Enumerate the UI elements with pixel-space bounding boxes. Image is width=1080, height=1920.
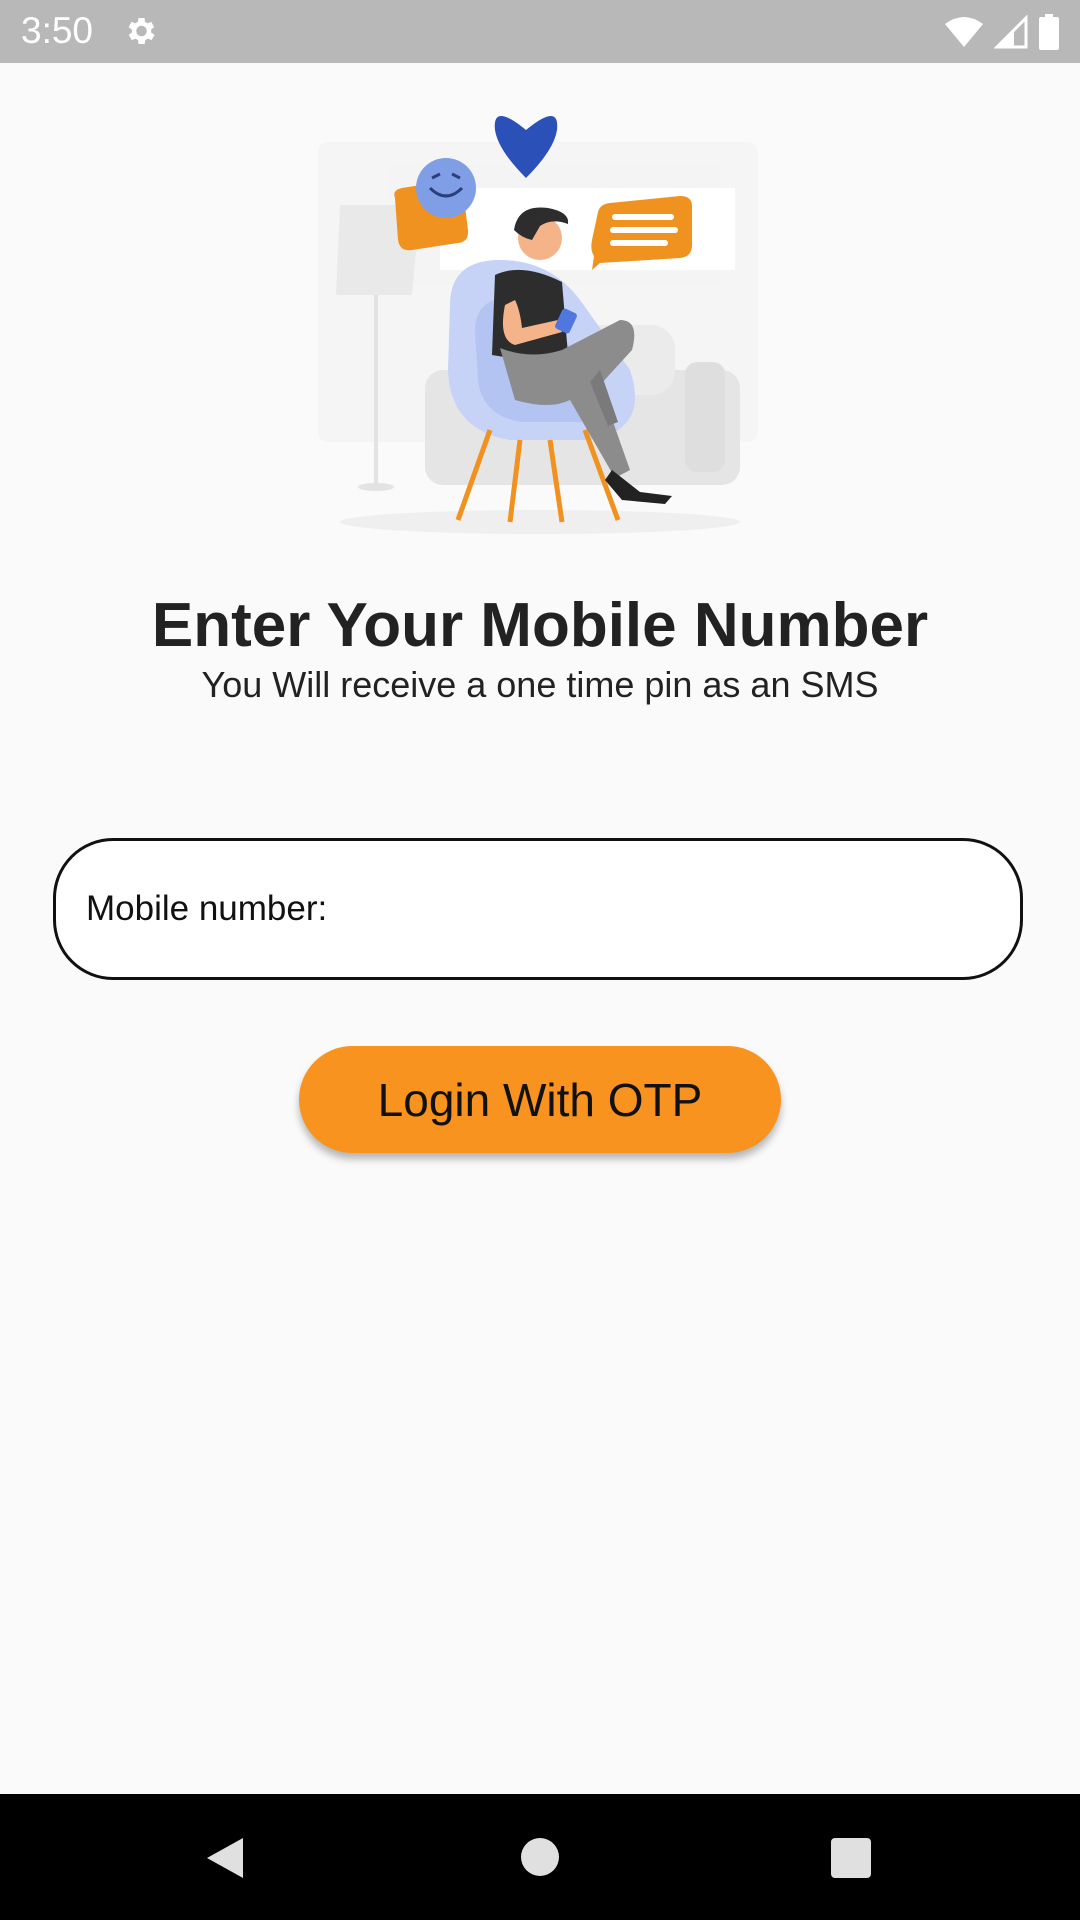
- page-title: Enter Your Mobile Number: [151, 591, 929, 660]
- login-with-otp-button[interactable]: Login With OTP: [299, 1046, 781, 1153]
- page-subtitle: You Will receive a one time pin as an SM…: [201, 664, 879, 705]
- gear-icon: [128, 17, 155, 45]
- battery-icon: [1039, 14, 1059, 50]
- wifi-icon: [945, 17, 983, 47]
- mobile-number-input[interactable]: [337, 888, 980, 930]
- navigation-bar: [0, 1794, 1080, 1920]
- mobile-number-label: Mobile number:: [86, 889, 328, 928]
- recents-icon[interactable]: [831, 1838, 871, 1878]
- status-time: 3:50: [21, 10, 94, 51]
- mobile-number-field[interactable]: Mobile number:: [53, 838, 1023, 980]
- status-bar: 3:50: [0, 0, 1080, 63]
- home-icon[interactable]: [521, 1838, 559, 1876]
- back-icon[interactable]: [205, 1836, 245, 1880]
- signal-icon: [994, 15, 1028, 49]
- login-screen: 3:50 Enter Your Mobile Number You Will r…: [0, 0, 1080, 1920]
- status-icons: [944, 12, 1060, 52]
- person-chatting-illustration: [318, 116, 758, 534]
